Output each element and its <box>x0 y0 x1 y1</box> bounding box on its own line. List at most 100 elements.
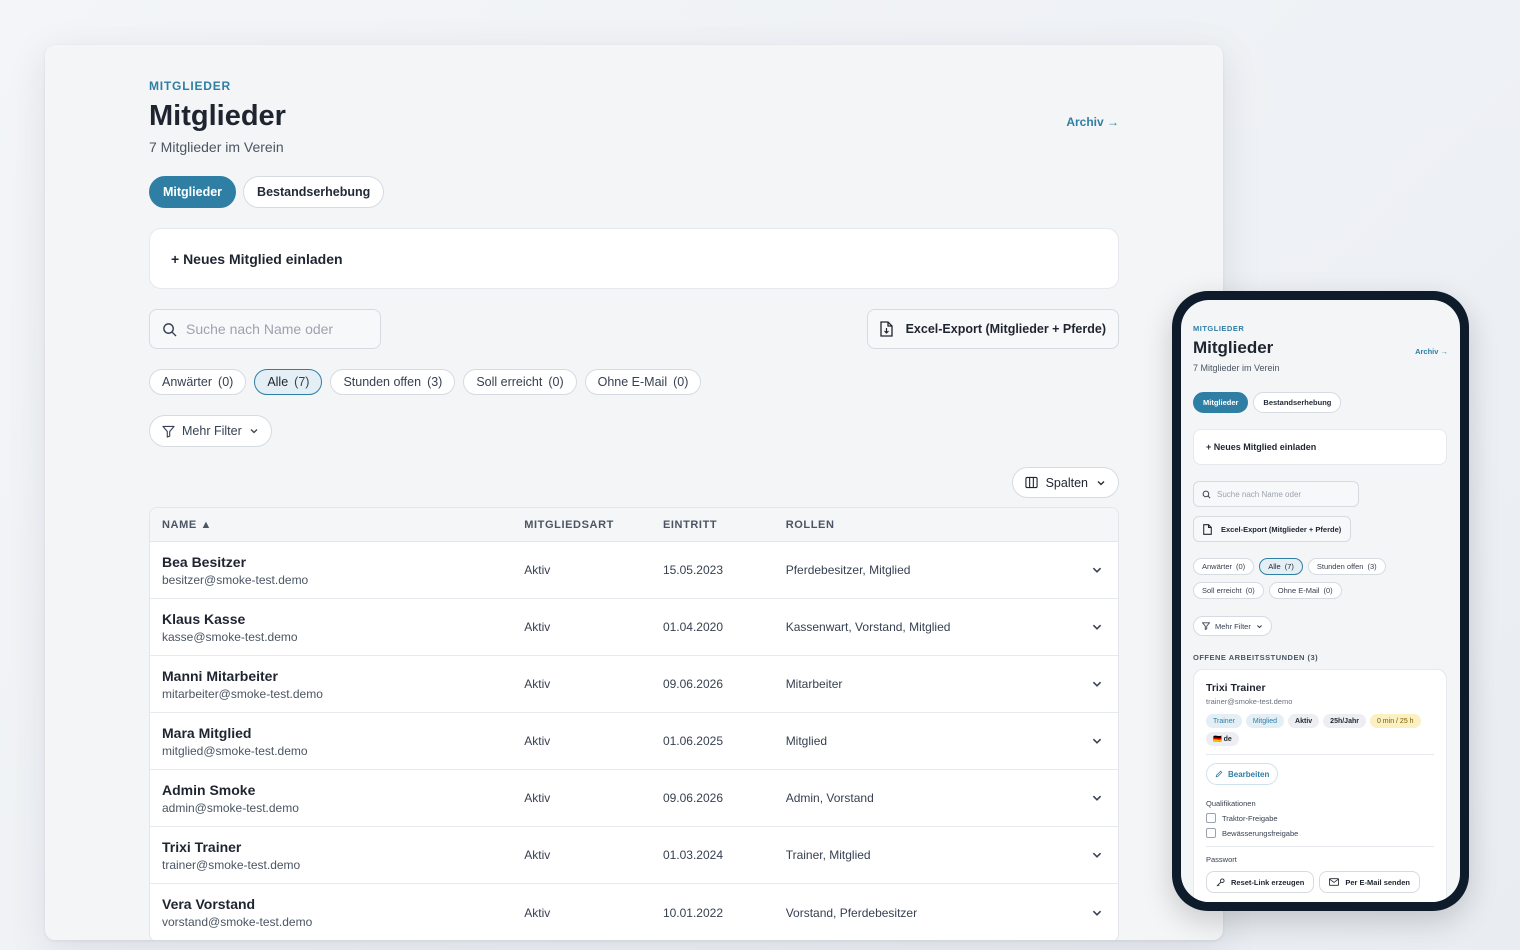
filter-label: Soll erreicht <box>476 375 543 389</box>
columns-button[interactable]: Spalten <box>1011 467 1119 498</box>
table-row[interactable]: Bea Besitzer besitzer@smoke-test.demo Akti… <box>150 542 1118 599</box>
filter-label: Ohne E-Mail <box>597 375 668 389</box>
mobile-filter-chip-alle[interactable]: Alle (7) <box>1259 558 1303 575</box>
filter-chip-stunden-offen[interactable]: Stunden offen (3) <box>330 369 456 395</box>
mobile-excel-export-label: Excel-Export (Mitglieder + Pferde) <box>1221 524 1342 534</box>
column-header-mitgliedsart[interactable]: MITGLIEDSART <box>524 519 663 531</box>
table-row[interactable]: Vera Vorstand vorstand@smoke-test.demo Akt… <box>150 884 1118 940</box>
table-row[interactable]: Trixi Trainer trainer@smoke-test.demo Akti… <box>150 827 1118 884</box>
filter-label: Alle <box>267 375 289 389</box>
filter-chip-soll-erreicht[interactable]: Soll erreicht (0) <box>463 369 577 395</box>
member-email: kasse@smoke-test.demo <box>162 629 298 644</box>
status-badge: Aktiv <box>1288 714 1320 728</box>
search-icon <box>163 322 177 336</box>
filter-count: (0) <box>1323 586 1333 595</box>
expand-row-button[interactable] <box>1075 849 1118 861</box>
archiv-link[interactable]: Archiv → <box>1066 115 1119 129</box>
member-join-date: 09.06.2026 <box>662 791 723 805</box>
member-type: Aktiv <box>524 563 551 577</box>
edit-button[interactable]: Bearbeiten <box>1206 763 1279 785</box>
mobile-tab-bar: Mitglieder Bestandserhebung <box>1193 392 1342 413</box>
mobile-search-input[interactable]: Suche nach Name oder <box>1193 481 1359 507</box>
expand-row-button[interactable] <box>1075 735 1118 747</box>
mobile-invite-member-button[interactable]: + Neues Mitglied einladen <box>1193 429 1447 465</box>
send-email-label: Per E-Mail senden <box>1345 877 1410 887</box>
table-row[interactable]: Manni Mitarbeiter mitarbeiter@smoke-test.… <box>150 656 1118 713</box>
role-badge-trainer: Trainer <box>1206 714 1242 728</box>
filter-label: Alle <box>1268 562 1281 571</box>
member-type: Aktiv <box>524 734 551 748</box>
divider <box>1206 846 1434 847</box>
filter-chip-ohne-email[interactable]: Ohne E-Mail (0) <box>584 369 702 395</box>
member-type: Aktiv <box>524 791 551 805</box>
filter-chip-anwaerter[interactable]: Anwärter (0) <box>149 369 247 395</box>
password-actions: Reset-Link erzeugen Per E-Mail senden <box>1206 871 1434 893</box>
member-roles: Mitglied <box>785 734 828 748</box>
member-type: Aktiv <box>524 905 551 920</box>
tab-mitglieder[interactable]: Mitglieder <box>149 176 237 208</box>
mobile-tab-bestandserhebung[interactable]: Bestandserhebung <box>1253 392 1342 413</box>
expand-row-button[interactable] <box>1075 907 1118 919</box>
column-header-eintritt[interactable]: EINTRITT <box>663 519 786 531</box>
qualification-bewaesserung[interactable]: Bewässerungsfreigabe <box>1206 828 1434 838</box>
table-row[interactable]: Mara Mitglied mitglied@smoke-test.demo Akt… <box>150 713 1118 770</box>
member-roles: Admin, Vorstand <box>785 791 874 805</box>
member-name: Bea Besitzer <box>162 553 247 570</box>
chevron-down-icon <box>1092 795 1101 801</box>
expand-row-button[interactable] <box>1075 564 1118 576</box>
password-label: Passwort <box>1206 855 1237 864</box>
checkbox[interactable] <box>1206 813 1216 823</box>
member-name: Klaus Kasse <box>162 610 246 627</box>
expand-row-button[interactable] <box>1075 792 1118 804</box>
chevron-down-icon <box>1092 624 1101 630</box>
mobile-more-filter-button[interactable]: Mehr Filter <box>1193 616 1272 636</box>
open-hours-section-title: OFFENE ARBEITSSTUNDEN (3) <box>1193 653 1319 662</box>
filter-label: Stunden offen <box>343 375 422 389</box>
filter-label: Anwärter <box>1202 562 1233 571</box>
table-header: NAME ▲ MITGLIEDSART EINTRITT ROLLEN <box>150 508 1118 542</box>
tab-bestandserhebung[interactable]: Bestandserhebung <box>243 176 385 208</box>
member-name-cell: Klaus Kasse kasse@smoke-test.demo <box>150 611 524 644</box>
mobile-tab-mitglieder[interactable]: Mitglieder <box>1193 392 1249 413</box>
reset-link-button[interactable]: Reset-Link erzeugen <box>1206 871 1315 893</box>
mobile-filter-chip-ohne-email[interactable]: Ohne E-Mail (0) <box>1268 582 1342 599</box>
mobile-archiv-link[interactable]: Archiv → <box>1415 347 1448 356</box>
more-filter-button[interactable]: Mehr Filter <box>149 415 272 447</box>
expand-row-button[interactable] <box>1075 678 1118 690</box>
desktop-window: MITGLIEDER Mitglieder 7 Mitglieder im Ve… <box>45 45 1223 940</box>
member-join-date: 15.05.2023 <box>662 563 723 577</box>
chevron-down-icon <box>1097 480 1105 485</box>
checkbox[interactable] <box>1206 828 1216 838</box>
member-name-cell: Trixi Trainer trainer@smoke-test.demo <box>150 839 524 872</box>
table-row[interactable]: Admin Smoke admin@smoke-test.demo Aktiv 09.… <box>150 770 1118 827</box>
member-type: Aktiv <box>524 848 551 862</box>
column-header-rollen[interactable]: ROLLEN <box>786 519 1075 531</box>
member-join-date: 01.03.2024 <box>662 848 723 862</box>
column-header-name[interactable]: NAME ▲ <box>150 519 524 531</box>
member-roles: Kassenwart, Vorstand, Mitglied <box>785 620 951 634</box>
search-icon <box>1202 490 1211 499</box>
member-name: Trixi Trainer <box>162 838 242 855</box>
filter-chip-alle[interactable]: Alle (7) <box>254 369 323 395</box>
qualification-traktor[interactable]: Traktor-Freigabe <box>1206 813 1434 823</box>
hours-progress-badge: 0 min / 25 h <box>1369 714 1421 728</box>
excel-export-button[interactable]: Excel-Export (Mitglieder + Pferde) <box>866 309 1119 349</box>
mobile-filter-chip-soll-erreicht[interactable]: Soll erreicht (0) <box>1193 582 1264 599</box>
page-eyebrow: MITGLIEDER <box>149 79 231 93</box>
table-row[interactable]: Klaus Kasse kasse@smoke-test.demo Aktiv 01.… <box>150 599 1118 656</box>
excel-export-label: Excel-Export (Mitglieder + Pferde) <box>905 322 1106 336</box>
send-email-button[interactable]: Per E-Mail senden <box>1319 871 1420 893</box>
member-join-date: 01.04.2020 <box>662 620 723 634</box>
member-email: mitglied@smoke-test.demo <box>162 743 308 758</box>
expand-row-button[interactable] <box>1075 621 1118 633</box>
member-join-date: 09.06.2026 <box>662 677 723 691</box>
invite-member-button[interactable]: + Neues Mitglied einladen <box>149 228 1119 289</box>
divider <box>1206 754 1434 755</box>
mail-icon <box>1329 878 1340 886</box>
mobile-excel-export-button[interactable]: Excel-Export (Mitglieder + Pferde) <box>1193 516 1352 542</box>
key-icon <box>1216 877 1225 886</box>
mobile-filter-chip-anwaerter[interactable]: Anwärter (0) <box>1193 558 1255 575</box>
mobile-filter-chip-stunden-offen[interactable]: Stunden offen (3) <box>1307 558 1386 575</box>
search-input[interactable] <box>186 321 366 337</box>
member-join-date: 10.01.2022 <box>662 905 723 920</box>
